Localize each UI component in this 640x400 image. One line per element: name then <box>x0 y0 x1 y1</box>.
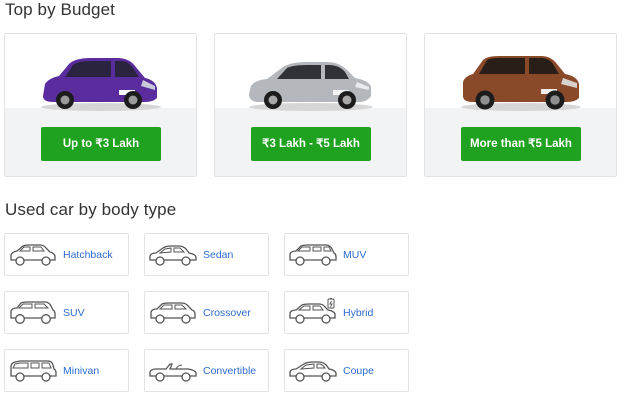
convertible-icon <box>149 363 197 382</box>
body-type-label: Coupe <box>343 365 374 377</box>
body-type-hatchback[interactable]: Hatchback <box>4 233 129 276</box>
body-type-label: Crossover <box>203 307 251 319</box>
coupe-icon <box>289 361 337 382</box>
budget-card-3-to-5-lakh[interactable]: ₹3 Lakh - ₹5 Lakh <box>214 33 407 177</box>
body-type-heading: Used car by body type <box>5 200 177 219</box>
minivan-icon <box>10 360 57 382</box>
hatchback-icon <box>10 244 56 266</box>
body-type-crossover[interactable]: Crossover <box>144 291 269 334</box>
budget-button-up-to-3-lakh[interactable]: Up to ₹3 Lakh <box>41 127 161 161</box>
hybrid-icon <box>289 298 336 324</box>
sedan-icon <box>149 245 197 266</box>
muv-icon <box>289 244 337 266</box>
silver-sedan-car-image <box>249 62 373 111</box>
body-type-muv[interactable]: MUV <box>284 233 409 276</box>
body-type-label: SUV <box>63 307 85 319</box>
purple-hatchback-car-image <box>41 58 161 111</box>
body-type-convertible[interactable]: Convertible <box>144 349 269 392</box>
body-type-hybrid[interactable]: Hybrid <box>284 291 409 334</box>
body-type-label: Convertible <box>203 365 257 377</box>
brown-suv-car-image <box>461 56 581 111</box>
body-type-minivan[interactable]: Minivan <box>4 349 129 392</box>
body-type-suv[interactable]: SUV <box>4 291 129 334</box>
body-type-sedan[interactable]: Sedan <box>144 233 269 276</box>
body-type-label: Sedan <box>203 249 234 261</box>
body-type-label: Hatchback <box>63 249 113 261</box>
crossover-icon <box>150 302 196 324</box>
body-type-coupe[interactable]: Coupe <box>284 349 409 392</box>
top-by-budget-heading: Top by Budget <box>5 0 115 19</box>
budget-button-3-to-5-lakh[interactable]: ₹3 Lakh - ₹5 Lakh <box>251 127 371 161</box>
body-type-label: MUV <box>343 249 367 261</box>
suv-icon <box>10 301 56 324</box>
body-type-label: Hybrid <box>343 307 374 319</box>
budget-card-more-than-5-lakh[interactable]: More than ₹5 Lakh <box>424 33 617 177</box>
budget-button-more-than-5-lakh[interactable]: More than ₹5 Lakh <box>461 127 581 161</box>
budget-card-up-to-3-lakh[interactable]: Up to ₹3 Lakh <box>4 33 197 177</box>
body-type-label: Minivan <box>63 365 100 377</box>
